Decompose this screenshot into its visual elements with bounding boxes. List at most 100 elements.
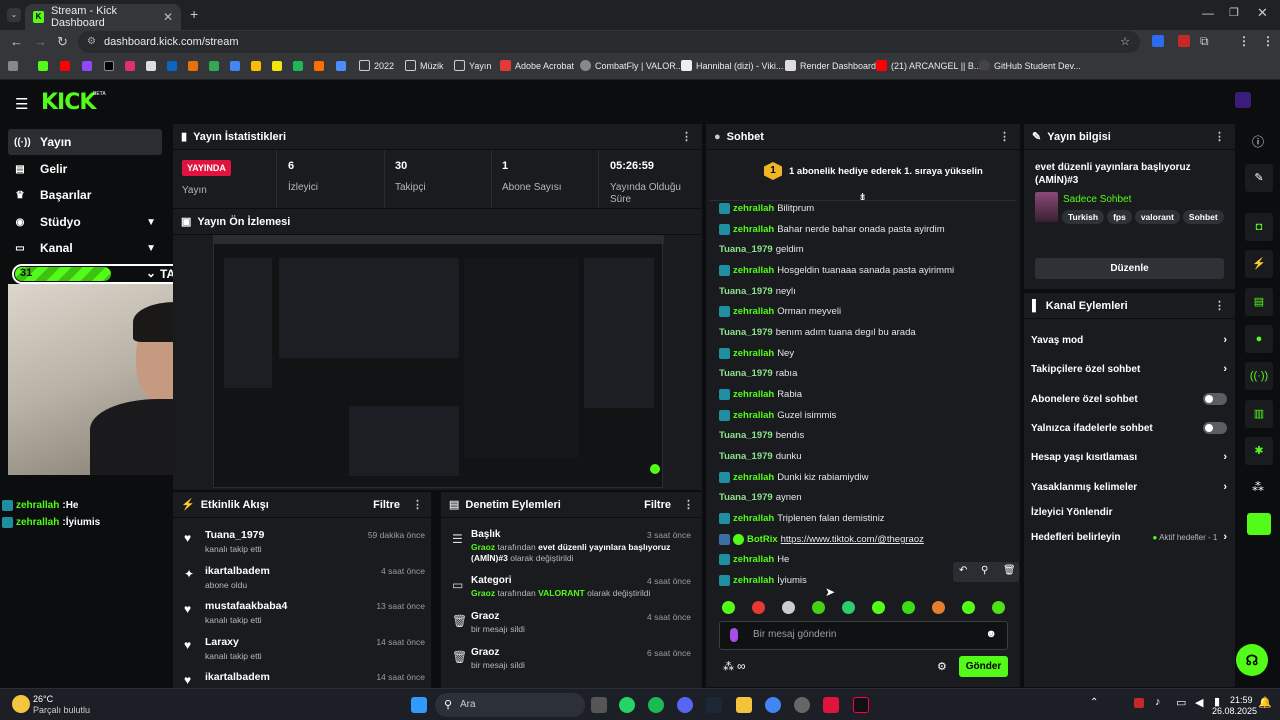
sidebar-item-kanal[interactable]: ▭ Kanal ▼	[8, 235, 162, 261]
action-account-age[interactable]: Hesap yaşı kısıtlaması ›	[1031, 448, 1227, 466]
tab-kick-dashboard[interactable]: K Stream - Kick Dashboard ✕	[25, 4, 181, 30]
volume-icon[interactable]: ◀	[1195, 696, 1203, 709]
site-info-icon[interactable]: ⚙	[87, 31, 96, 53]
microphone-icon[interactable]	[730, 628, 738, 642]
wrench-icon[interactable]: ✱	[1245, 437, 1273, 465]
maximize-icon[interactable]: ❐	[1229, 6, 1239, 19]
chat-message[interactable]: BotRix https://www.tiktok.com/@thegraoz	[719, 534, 924, 545]
chat-message[interactable]: zehrallah He	[719, 554, 789, 565]
send-button[interactable]: Gönder	[959, 656, 1008, 677]
infinity-icon[interactable]: ∞	[737, 659, 746, 673]
emoji-icon[interactable]: ☻	[985, 628, 997, 640]
bookmark-star-icon[interactable]: ☆	[1120, 31, 1130, 53]
tiktok-icon[interactable]	[853, 697, 869, 713]
chat-input[interactable]: Bir mesaj gönderin ☻	[719, 621, 1008, 650]
bookmark-hannibal[interactable]: Hannibal (dizi) - Viki...	[681, 60, 783, 71]
bookmark-icon[interactable]	[314, 61, 324, 71]
bookmark-icon[interactable]	[167, 61, 177, 71]
bookmark-icon[interactable]	[209, 61, 219, 71]
kick-bookmark-icon[interactable]	[38, 61, 48, 71]
extension-icon[interactable]	[1178, 35, 1190, 47]
emote-icon[interactable]	[962, 601, 975, 614]
url-input[interactable]: ⚙ dashboard.kick.com/stream ☆	[78, 31, 1140, 53]
collapse-pinned-icon[interactable]: ⇟	[858, 191, 867, 204]
reply-icon[interactable]: ↶	[959, 565, 967, 576]
steam-icon[interactable]	[706, 697, 722, 713]
activity-filter-button[interactable]: Filtre	[373, 499, 400, 511]
emote-icon[interactable]	[842, 601, 855, 614]
trash-icon[interactable]: 🗑	[1003, 565, 1016, 576]
bookmark-yayin[interactable]: Yayın	[454, 60, 491, 71]
info-icon[interactable]: ⓘ	[1252, 133, 1264, 150]
file-explorer-icon[interactable]	[736, 697, 752, 713]
bookmark-icon[interactable]	[293, 61, 303, 71]
tray-app-icon[interactable]	[1134, 698, 1144, 708]
instagram-bookmark-icon[interactable]	[125, 61, 135, 71]
points-icon[interactable]: ⁂	[723, 660, 734, 673]
chat-message[interactable]: Tuana_1979 geldim	[719, 244, 804, 255]
browser-menu-icon[interactable]: ⋮	[1262, 34, 1274, 48]
edit-pencil-icon[interactable]: ✎	[1245, 164, 1273, 192]
extension-app-icon[interactable]	[1247, 513, 1271, 535]
action-goals[interactable]: Hedefleri belirleyin ● Aktif hedefler - 1…	[1031, 528, 1227, 546]
weather-icon[interactable]	[12, 695, 30, 713]
chat-message[interactable]: Tuana_1979 benım adım tuana degıl bu arad…	[719, 327, 916, 338]
chat-message[interactable]: zehrallah Guzel isimmis	[719, 410, 836, 421]
reload-icon[interactable]: ↻	[57, 34, 68, 50]
more-icon[interactable]: ⋮	[1214, 130, 1225, 143]
twitch-bookmark-icon[interactable]	[82, 61, 92, 71]
layers-icon[interactable]: ▥	[1245, 400, 1273, 428]
lightning-icon[interactable]: ⚡	[1245, 250, 1273, 278]
notification-bell-icon[interactable]: 🔔	[1258, 696, 1272, 709]
bookmark-combatfly[interactable]: CombatFly | VALOR...	[580, 60, 683, 71]
obs-icon[interactable]	[794, 697, 810, 713]
windows-start-icon[interactable]	[411, 697, 427, 713]
emote-icon[interactable]	[722, 601, 735, 614]
settings-gear-icon[interactable]: ⚙	[937, 660, 947, 673]
moderation-filter-button[interactable]: Filtre	[644, 499, 671, 511]
sidebar-item-gelir[interactable]: ▤ Gelir	[8, 156, 162, 182]
chat-message[interactable]: zehrallah Hosgeldin tuanaaa sanada pasta …	[719, 265, 954, 276]
x-bookmark-icon[interactable]	[104, 61, 114, 71]
browser-menu-icon[interactable]: ⋮	[1238, 34, 1250, 48]
action-slow-mode[interactable]: Yavaş mod ›	[1031, 331, 1227, 349]
chat-message[interactable]: zehrallah Triplenen falan demistiniz	[719, 513, 885, 524]
clock-date[interactable]: 26.08.2025	[1212, 706, 1257, 716]
bookmark-icon[interactable]	[251, 61, 261, 71]
action-followers-only[interactable]: Takipçilere özel sohbet ›	[1031, 360, 1227, 378]
subs-only-toggle[interactable]	[1203, 393, 1227, 405]
category-link[interactable]: Sadece Sohbet	[1063, 194, 1131, 205]
extension-icon[interactable]	[1152, 35, 1164, 47]
bookmark-arcangel[interactable]: (21) ARCANGEL || B...	[876, 60, 981, 71]
bookmark-icon[interactable]	[146, 61, 156, 71]
bookmark-2022[interactable]: 2022	[359, 60, 394, 71]
microphone-icon[interactable]: ♪	[1155, 696, 1161, 708]
bookmark-icon[interactable]	[272, 61, 282, 71]
action-raid[interactable]: İzleyici Yönlendir	[1031, 503, 1227, 521]
back-icon[interactable]: ←	[10, 34, 23, 49]
task-view-icon[interactable]	[591, 697, 607, 713]
youtube-bookmark-icon[interactable]	[60, 61, 70, 71]
weather-temp[interactable]: 26°C	[33, 694, 53, 704]
chat-message[interactable]: zehrallah Bilitprum	[719, 203, 814, 214]
chat-bubble-icon[interactable]: ●	[1245, 325, 1273, 353]
chat-message[interactable]: zehrallah Dunki kiz rabiamiydiw	[719, 472, 869, 483]
preview-screen[interactable]	[213, 235, 664, 488]
avatar[interactable]	[1235, 92, 1251, 108]
network-icon[interactable]: ▭	[1176, 696, 1186, 709]
chat-message[interactable]: Tuana_1979 dunku	[719, 451, 802, 462]
discord-icon[interactable]	[677, 697, 693, 713]
camera-icon[interactable]: ◘	[1245, 213, 1273, 241]
broadcast-icon[interactable]: ((·))	[1245, 362, 1273, 390]
valorant-icon[interactable]	[823, 697, 839, 713]
gift-leaderboard-text[interactable]: 1 abonelik hediye ederek 1. sıraya yükse…	[789, 166, 983, 177]
clock-time[interactable]: 21:59	[1230, 695, 1253, 705]
pin-icon[interactable]: ⚲	[981, 565, 988, 576]
whatsapp-icon[interactable]	[619, 697, 635, 713]
emote-icon[interactable]	[752, 601, 765, 614]
kick-logo[interactable]: KICK	[41, 90, 96, 115]
chat-message[interactable]: zehrallah Orman meyveli	[719, 306, 841, 317]
bookmark-render[interactable]: Render Dashboard	[785, 60, 876, 71]
chat-message[interactable]: zehrallah Ney	[719, 348, 794, 359]
tab-search-icon[interactable]: ⌄	[7, 8, 21, 22]
